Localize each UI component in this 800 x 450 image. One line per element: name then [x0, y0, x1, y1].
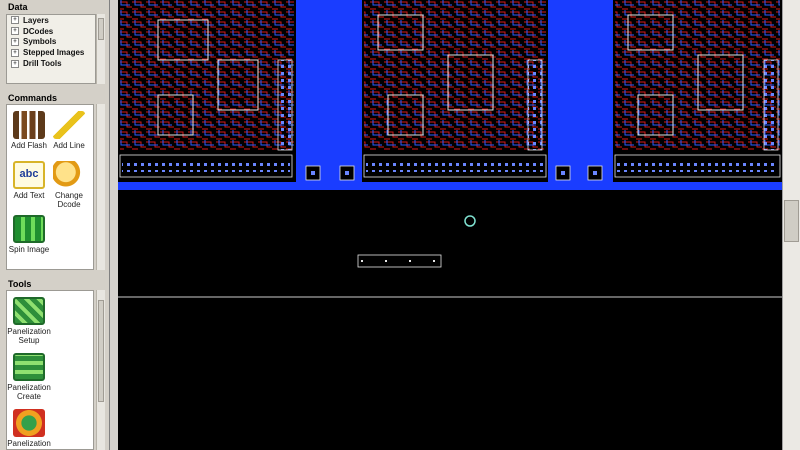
add-flash-icon — [13, 111, 45, 139]
tool-label: Panelization Create — [7, 383, 51, 401]
tools-scrollbar[interactable] — [96, 290, 105, 450]
change-dcode-button[interactable]: Change Dcode — [47, 161, 91, 209]
add-line-button[interactable]: Add Line — [47, 111, 91, 150]
board-image-center — [362, 0, 548, 182]
expand-icon[interactable]: + — [11, 37, 19, 46]
spin-image-button[interactable]: Spin Image — [7, 215, 51, 254]
tools-panel-title: Tools — [8, 279, 32, 289]
panelization-create-icon — [13, 353, 45, 381]
panelization-button[interactable]: Panelization — [7, 409, 51, 448]
tools-panel: Panelization Setup Panelization Create P… — [6, 290, 94, 450]
canvas-vertical-scrollbar[interactable] — [782, 0, 800, 450]
tool-label: Add Flash — [10, 141, 48, 150]
expand-icon[interactable]: + — [11, 59, 19, 68]
tree-item-label: Symbols — [23, 37, 57, 47]
tool-label: Panelization — [7, 439, 51, 448]
add-text-button[interactable]: abc Add Text — [7, 161, 51, 200]
tool-label: Spin Image — [8, 245, 50, 254]
pcb-drawing — [118, 0, 782, 298]
left-tool-panel: Data + Layers + DCodes + Symbols + Stepped I… — [0, 0, 110, 450]
expand-icon[interactable]: + — [11, 16, 19, 25]
tool-label: Add Text — [13, 191, 45, 200]
change-dcode-icon — [53, 161, 85, 189]
scroll-thumb[interactable] — [98, 300, 104, 402]
expand-icon[interactable]: + — [11, 27, 19, 36]
panelization-create-button[interactable]: Panelization Create — [7, 353, 51, 401]
add-flash-button[interactable]: Add Flash — [7, 111, 51, 150]
expand-icon[interactable]: + — [11, 48, 19, 57]
tree-item-symbols[interactable]: + Symbols — [7, 37, 95, 48]
tool-label: Add Line — [53, 141, 85, 150]
tree-item-dcodes[interactable]: + DCodes — [7, 26, 95, 37]
tree-item-label: DCodes — [23, 26, 54, 36]
tree-item-drill-tools[interactable]: + Drill Tools — [7, 58, 95, 69]
panelization-icon — [13, 409, 45, 437]
fiducial-mark — [464, 215, 476, 227]
tree-item-label: Layers — [23, 15, 49, 25]
data-tree: + Layers + DCodes + Symbols + Stepped Images… — [6, 14, 96, 84]
tree-item-label: Drill Tools — [23, 59, 62, 69]
scroll-thumb[interactable] — [784, 200, 799, 242]
add-text-icon: abc — [13, 161, 45, 189]
scroll-thumb[interactable] — [98, 18, 104, 40]
panelization-setup-button[interactable]: Panelization Setup — [7, 297, 51, 345]
connector-outline — [357, 254, 442, 268]
data-tree-scrollbar[interactable] — [96, 14, 105, 84]
commands-panel-title: Commands — [8, 93, 58, 103]
tool-label: Panelization Setup — [7, 327, 51, 345]
board-image-left — [118, 0, 296, 182]
commands-panel: Add Flash Add Line abc Add Text Change D… — [6, 104, 94, 270]
tree-item-layers[interactable]: + Layers — [7, 15, 95, 26]
tree-item-label: Stepped Images — [23, 48, 85, 58]
pcb-canvas[interactable] — [118, 0, 782, 450]
tree-item-stepped-images[interactable]: + Stepped Images — [7, 47, 95, 58]
data-panel-title: Data — [8, 2, 28, 12]
panelization-setup-icon — [13, 297, 45, 325]
spin-image-icon — [13, 215, 45, 243]
tool-label: Change Dcode — [54, 191, 84, 209]
board-image-right — [613, 0, 782, 182]
add-line-icon — [53, 111, 85, 139]
commands-scrollbar[interactable] — [96, 104, 105, 270]
